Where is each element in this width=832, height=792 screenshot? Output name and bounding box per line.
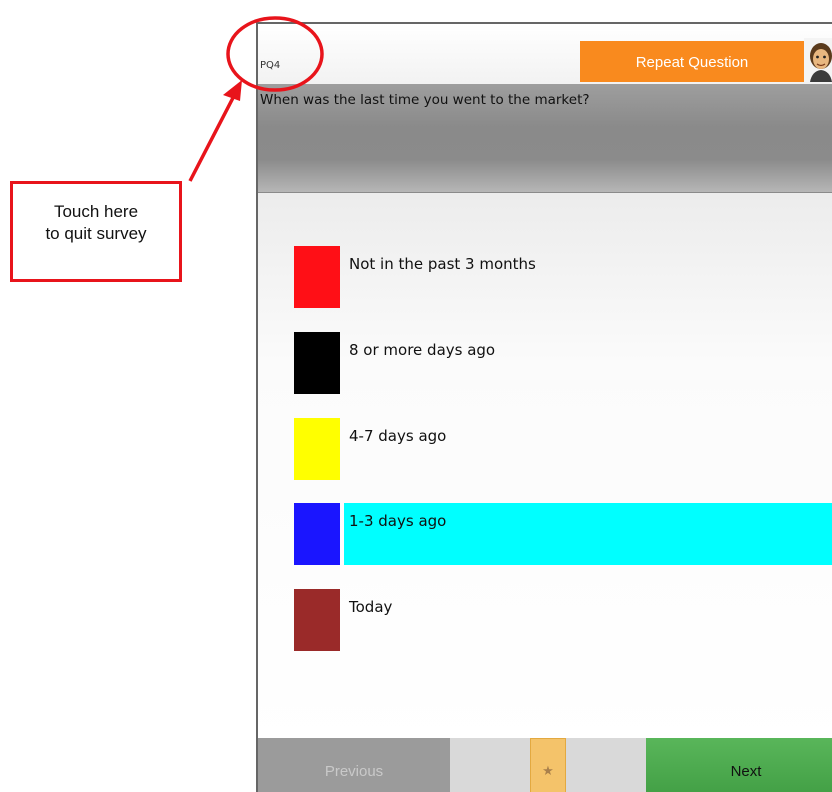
next-button[interactable]: Next xyxy=(646,738,832,792)
answer-option[interactable]: 4-7 days ago xyxy=(294,418,832,480)
answer-option-label: 1-3 days ago xyxy=(349,512,447,530)
answer-option-label: Today xyxy=(349,598,393,616)
answer-option-label: 8 or more days ago xyxy=(349,341,496,359)
previous-button[interactable]: Previous xyxy=(258,738,450,792)
color-swatch xyxy=(294,418,340,480)
navigation-bar: Previous ★ Next xyxy=(258,738,832,792)
answer-option-label: Not in the past 3 months xyxy=(349,255,536,273)
answer-options: Not in the past 3 months 8 or more days … xyxy=(258,193,832,753)
callout-box: Touch here to quit survey xyxy=(10,181,182,282)
annotated-screenshot: PQ4 Repeat Question When was the last ti… xyxy=(0,0,832,792)
arrow-head-icon xyxy=(223,80,242,101)
answer-option-label: 4-7 days ago xyxy=(349,427,447,445)
question-panel: When was the last time you went to the m… xyxy=(258,84,832,193)
tablet-screen: PQ4 Repeat Question When was the last ti… xyxy=(256,22,832,792)
color-swatch xyxy=(294,332,340,394)
color-swatch xyxy=(294,246,340,308)
answer-option-selected[interactable]: 1-3 days ago xyxy=(294,503,832,565)
person-avatar-icon[interactable] xyxy=(804,38,832,82)
question-text: When was the last time you went to the m… xyxy=(260,92,590,108)
answer-option[interactable]: Today xyxy=(294,589,832,651)
top-bar: PQ4 Repeat Question xyxy=(258,24,832,84)
callout-line-2: to quit survey xyxy=(45,224,147,243)
color-swatch xyxy=(294,503,340,565)
answer-option[interactable]: Not in the past 3 months xyxy=(294,246,832,308)
repeat-question-button[interactable]: Repeat Question xyxy=(580,41,804,82)
star-icon[interactable]: ★ xyxy=(530,738,566,792)
color-swatch xyxy=(294,589,340,651)
question-code[interactable]: PQ4 xyxy=(260,60,280,71)
arrow-shaft xyxy=(188,91,238,182)
callout-line-1: Touch here xyxy=(53,202,139,221)
answer-option[interactable]: 8 or more days ago xyxy=(294,332,832,394)
